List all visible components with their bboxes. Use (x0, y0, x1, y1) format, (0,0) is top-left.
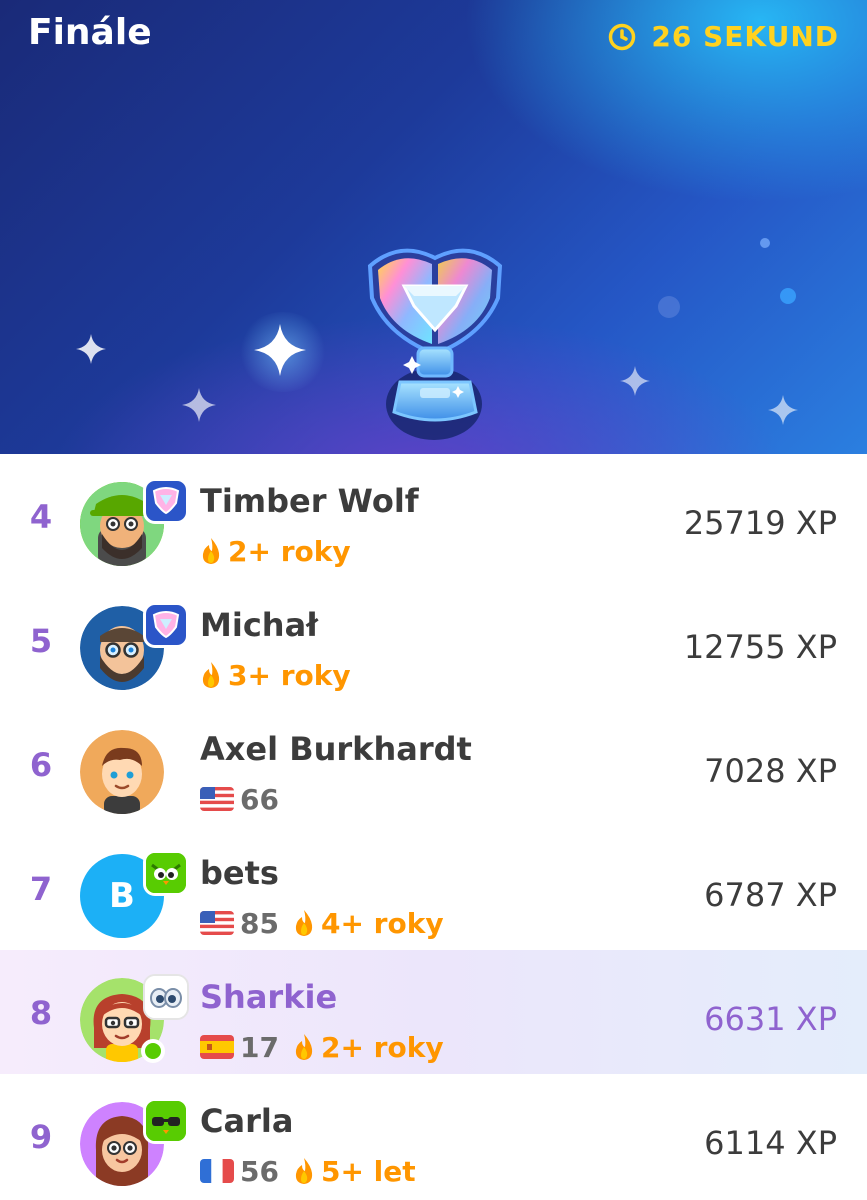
xp-value: 6631 XP (704, 1000, 837, 1038)
sparkle-icon (76, 334, 106, 364)
decor-dot (780, 288, 796, 304)
rank-number: 7 (29, 870, 53, 908)
user-stats: 56 5+ let (200, 1154, 416, 1188)
france-flag-icon (200, 1159, 234, 1183)
user-name: Michał (200, 606, 319, 644)
fire-icon (202, 538, 220, 564)
leaderboard-row[interactable]: 5 Michał 3+ roky 12755 XP (0, 578, 867, 702)
course-stat: 85 (200, 907, 279, 940)
rank-number: 4 (29, 498, 53, 536)
diamond-league-badge-icon (143, 478, 189, 524)
leaderboard-list: 4 Timber Wolf 2+ roky 25719 XP 5 Michał … (0, 454, 867, 1198)
sparkle-icon (182, 388, 216, 422)
xp-value: 25719 XP (683, 504, 837, 542)
fire-icon (295, 1158, 313, 1184)
countdown-timer: 26 SEKUND (607, 20, 839, 53)
duo-eyes-badge-icon (143, 974, 189, 1020)
streak-stat: 3+ roky (200, 659, 351, 692)
user-stats: 66 (200, 782, 279, 816)
fire-icon (295, 910, 313, 936)
spain-flag-icon (200, 1035, 234, 1059)
user-name: Timber Wolf (200, 482, 419, 520)
online-status-dot (141, 1039, 165, 1063)
user-stats: 3+ roky (200, 658, 351, 692)
user-name: Sharkie (200, 978, 338, 1016)
timer-text: 26 SEKUND (651, 20, 839, 53)
rank-number: 9 (29, 1118, 53, 1156)
super-duo-badge-icon (143, 850, 189, 896)
streak-stat: 5+ let (293, 1155, 416, 1188)
sparkle-icon (620, 366, 650, 396)
user-stats: 17 2+ roky (200, 1030, 444, 1064)
super-duo-sunglasses-badge-icon (143, 1098, 189, 1144)
rank-number: 6 (29, 746, 53, 784)
course-stat: 17 (200, 1031, 279, 1064)
rank-number: 8 (29, 994, 53, 1032)
avatar[interactable] (80, 730, 164, 814)
xp-value: 6114 XP (704, 1124, 837, 1162)
clock-icon (609, 23, 636, 50)
rank-number: 5 (29, 622, 53, 660)
avatar-initial: B (109, 876, 135, 916)
fire-icon (202, 662, 220, 688)
diamond-league-badge-icon (143, 602, 189, 648)
leaderboard-row-current-user[interactable]: 8 Sharkie 17 2+ roky 6631 XP (0, 950, 867, 1074)
fire-icon (295, 1034, 313, 1060)
decor-dot (658, 296, 680, 318)
page-title: Finále (28, 12, 152, 53)
course-stat: 56 (200, 1155, 279, 1188)
leaderboard-row[interactable]: 6 Axel Burkhardt 66 7028 XP (0, 702, 867, 826)
leaderboard-row[interactable]: 4 Timber Wolf 2+ roky 25719 XP (0, 454, 867, 578)
sparkle-icon (768, 395, 798, 425)
avatar-image (80, 730, 164, 814)
leaderboard-row[interactable]: 7 B bets 85 4+ roky 6787 XP (0, 826, 867, 950)
user-name: bets (200, 854, 279, 892)
diamond-trophy-icon (367, 248, 503, 440)
user-stats: 85 4+ roky (200, 906, 444, 940)
xp-value: 7028 XP (704, 752, 837, 790)
league-hero-banner: Finále 26 SEKUND (0, 0, 867, 454)
leaderboard-row[interactable]: 9 Carla 56 5+ let 6114 XP (0, 1074, 867, 1198)
streak-stat: 2+ roky (293, 1031, 444, 1064)
sparkle-icon (254, 324, 306, 376)
us-flag-icon (200, 911, 234, 935)
course-stat: 66 (200, 783, 279, 816)
streak-stat: 4+ roky (293, 907, 444, 940)
xp-value: 6787 XP (704, 876, 837, 914)
us-flag-icon (200, 787, 234, 811)
streak-stat: 2+ roky (200, 535, 351, 568)
user-stats: 2+ roky (200, 534, 351, 568)
decor-dot (760, 238, 770, 248)
user-name: Carla (200, 1102, 294, 1140)
user-name: Axel Burkhardt (200, 730, 472, 768)
xp-value: 12755 XP (683, 628, 837, 666)
